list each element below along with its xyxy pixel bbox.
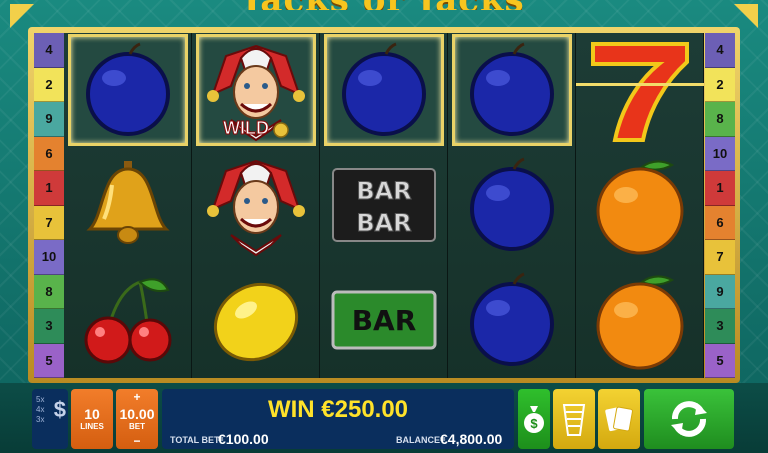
svg-text:BAR: BAR <box>356 209 411 237</box>
cherries-symbol <box>68 264 188 376</box>
bet-label: BET <box>129 422 145 431</box>
autoplay-arrows-icon <box>671 401 707 437</box>
ladder-icon <box>562 404 586 436</box>
payline-number: 3 <box>34 309 64 344</box>
bet-decrease-button[interactable]: − <box>116 435 158 447</box>
plum-symbol <box>452 264 572 376</box>
bet-button[interactable]: + 10.00 BET − <box>116 389 158 449</box>
payline-number: 1 <box>705 171 735 206</box>
wild-jester-symbol: WILD <box>196 34 316 146</box>
money-bag-icon: $ <box>524 406 544 433</box>
corner-ornament-icon <box>734 4 758 28</box>
orange-symbol <box>580 264 700 376</box>
payline-number: 9 <box>34 102 64 137</box>
info-panel: WIN €250.00 TOTAL BET €100.00 BALANCE €4… <box>162 389 514 449</box>
spin-autoplay-button[interactable] <box>644 389 734 449</box>
bar-symbol: BAR <box>324 264 444 376</box>
bell-symbol <box>68 149 188 261</box>
payline-number: 10 <box>34 240 64 275</box>
jester-symbol <box>196 149 316 261</box>
payline-number: 5 <box>705 343 735 378</box>
payline-number: 4 <box>34 33 64 68</box>
bet-increase-button[interactable]: + <box>116 391 158 403</box>
lines-button[interactable]: 10 LINES <box>71 389 113 449</box>
dollar-icon[interactable]: $ <box>54 399 66 421</box>
lines-value: 10 <box>84 406 100 422</box>
payline-number: 2 <box>705 67 735 102</box>
payline-number: 2 <box>34 67 64 102</box>
payline-number: 6 <box>705 205 735 240</box>
autoplay-speed-selector[interactable]: 5x 4x 3x $ <box>32 389 68 449</box>
game-title: Jacks or Jacks <box>150 0 618 10</box>
win-amount: WIN €250.00 <box>267 396 409 423</box>
payline-number: 1 <box>34 171 64 206</box>
plum-symbol <box>452 149 572 261</box>
payline-number: 8 <box>34 274 64 309</box>
plum-symbol <box>452 34 572 146</box>
lemon-symbol <box>196 264 316 376</box>
winning-payline <box>576 83 704 86</box>
payline-number: 5 <box>34 343 64 378</box>
ladder-gamble-button[interactable] <box>553 389 595 449</box>
corner-ornament-icon <box>10 4 34 28</box>
orange-symbol <box>580 149 700 261</box>
svg-text:BAR: BAR <box>356 177 411 205</box>
plum-symbol <box>68 34 188 146</box>
balance-value: €4,800.00 <box>440 431 503 447</box>
total-bet-label: TOTAL BET <box>170 435 220 445</box>
payline-number: 7 <box>705 240 735 275</box>
payline-number: 10 <box>705 136 735 171</box>
payline-number: 3 <box>705 309 735 344</box>
double-bar-symbol: BAR BAR <box>324 149 444 261</box>
lines-label: LINES <box>80 422 104 431</box>
payline-number: 8 <box>705 102 735 137</box>
svg-text:$: $ <box>530 416 538 431</box>
payline-number: 6 <box>34 136 64 171</box>
risk-button[interactable]: $ <box>518 389 550 449</box>
payline-number: 4 <box>705 33 735 68</box>
cards-icon <box>605 406 633 432</box>
bet-value: 10.00 <box>119 406 155 422</box>
payline-indicators-left: 4 2 9 6 1 7 10 8 3 5 <box>34 33 64 378</box>
payline-indicators-right: 4 2 8 10 1 6 7 9 3 5 <box>705 33 735 378</box>
total-bet-value: €100.00 <box>218 431 269 447</box>
plum-symbol <box>324 34 444 146</box>
svg-text:WILD: WILD <box>223 118 269 138</box>
payline-number: 7 <box>34 205 64 240</box>
svg-text:BAR: BAR <box>352 304 417 337</box>
card-gamble-button[interactable] <box>598 389 640 449</box>
balance-label: BALANCE <box>396 435 440 445</box>
seven-symbol <box>580 34 700 146</box>
payline-number: 9 <box>705 274 735 309</box>
